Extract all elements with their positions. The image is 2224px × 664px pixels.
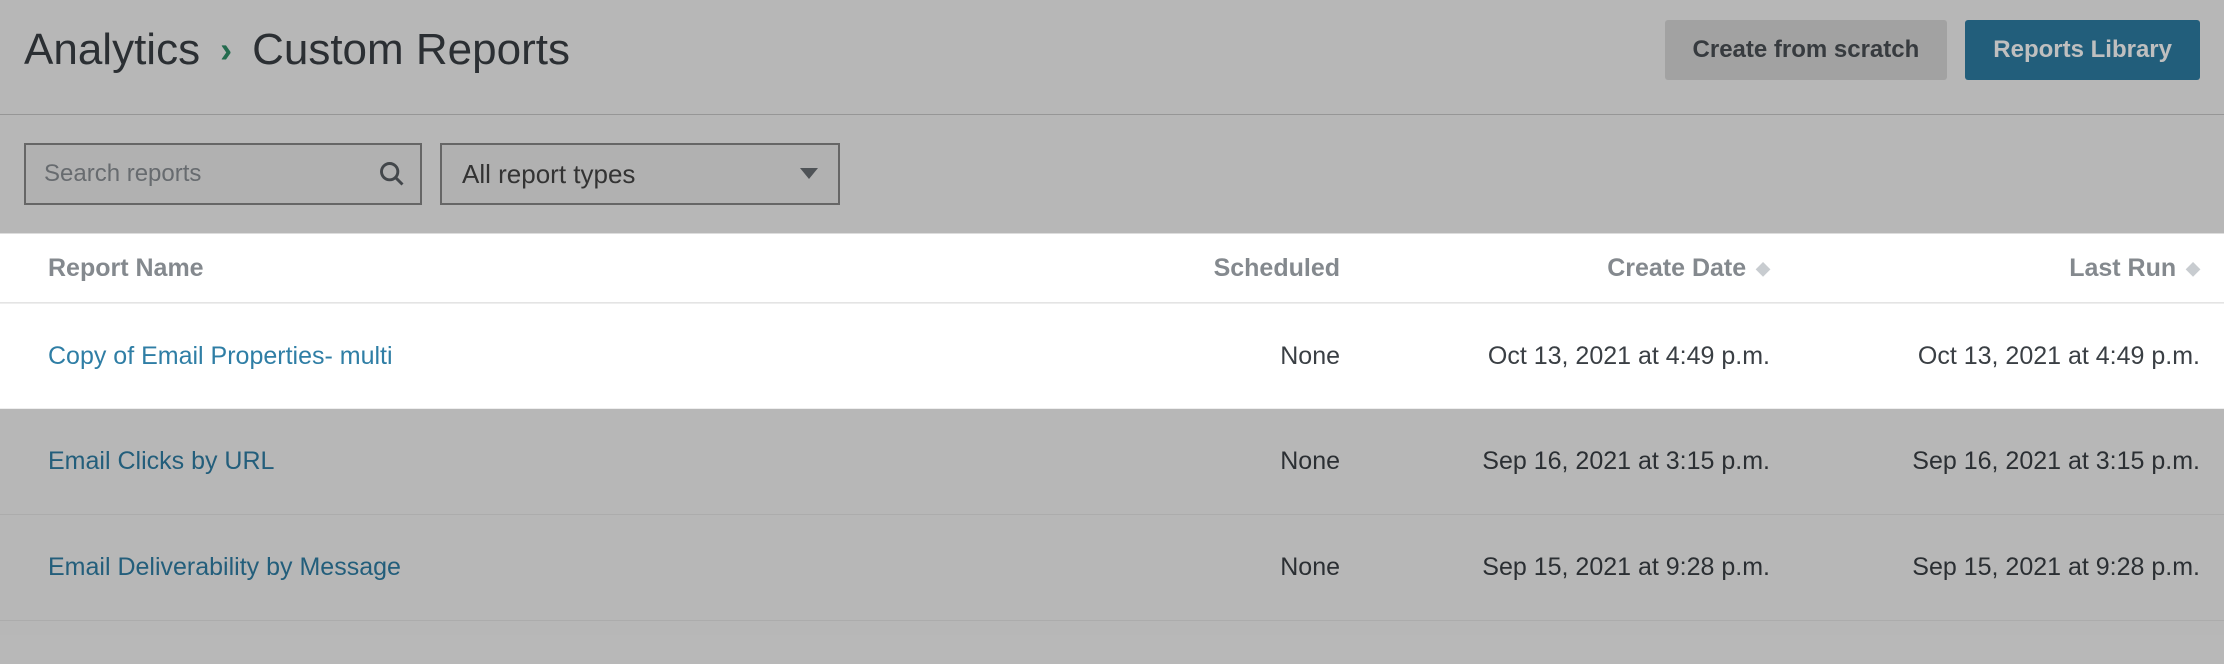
table-body: Copy of Email Properties- multiNoneOct 1…	[0, 303, 2224, 621]
col-scheduled[interactable]: Scheduled	[1080, 254, 1340, 283]
breadcrumb-current: Custom Reports	[252, 25, 570, 75]
last-run-cell: Oct 13, 2021 at 4:49 p.m.	[1770, 342, 2200, 371]
report-name-link[interactable]: Email Deliverability by Message	[48, 553, 1080, 582]
col-scheduled-label: Scheduled	[1214, 254, 1340, 283]
table-header: Report Name Scheduled Create Date ◆ Last…	[0, 233, 2224, 303]
sort-icon: ◆	[2186, 258, 2200, 279]
col-last-run-label: Last Run	[2069, 254, 2176, 283]
page-header: Analytics › Custom Reports Create from s…	[0, 0, 2224, 114]
create-date-cell: Oct 13, 2021 at 4:49 p.m.	[1340, 342, 1770, 371]
col-create-date-label: Create Date	[1607, 254, 1746, 283]
table-row: Copy of Email Properties- multiNoneOct 1…	[0, 303, 2224, 409]
scheduled-cell: None	[1080, 447, 1340, 476]
last-run-cell: Sep 16, 2021 at 3:15 p.m.	[1770, 447, 2200, 476]
page: Analytics › Custom Reports Create from s…	[0, 0, 2224, 664]
search-input[interactable]	[24, 143, 422, 205]
breadcrumb: Analytics › Custom Reports	[24, 25, 570, 75]
scheduled-cell: None	[1080, 342, 1340, 371]
table-row: Email Deliverability by MessageNoneSep 1…	[0, 515, 2224, 621]
reports-table: Report Name Scheduled Create Date ◆ Last…	[0, 233, 2224, 621]
report-type-select-label: All report types	[462, 159, 635, 190]
scheduled-cell: None	[1080, 553, 1340, 582]
reports-library-button[interactable]: Reports Library	[1965, 20, 2200, 80]
table-row: Email Clicks by URLNoneSep 16, 2021 at 3…	[0, 409, 2224, 515]
sort-icon: ◆	[1756, 258, 1770, 279]
create-date-cell: Sep 15, 2021 at 9:28 p.m.	[1340, 553, 1770, 582]
col-last-run[interactable]: Last Run ◆	[1770, 254, 2200, 283]
report-name-link[interactable]: Copy of Email Properties- multi	[48, 342, 1080, 371]
filter-bar: All report types	[0, 115, 2224, 233]
col-create-date[interactable]: Create Date ◆	[1340, 254, 1770, 283]
report-name-link[interactable]: Email Clicks by URL	[48, 447, 1080, 476]
create-date-cell: Sep 16, 2021 at 3:15 p.m.	[1340, 447, 1770, 476]
report-type-select[interactable]: All report types	[440, 143, 840, 205]
header-actions: Create from scratch Reports Library	[1665, 20, 2200, 80]
breadcrumb-root[interactable]: Analytics	[24, 25, 200, 75]
last-run-cell: Sep 15, 2021 at 9:28 p.m.	[1770, 553, 2200, 582]
search-wrap	[24, 143, 422, 205]
chevron-right-icon: ›	[220, 29, 232, 71]
create-from-scratch-button[interactable]: Create from scratch	[1665, 20, 1948, 80]
caret-down-icon	[800, 168, 818, 180]
col-report-name[interactable]: Report Name	[48, 254, 1080, 283]
